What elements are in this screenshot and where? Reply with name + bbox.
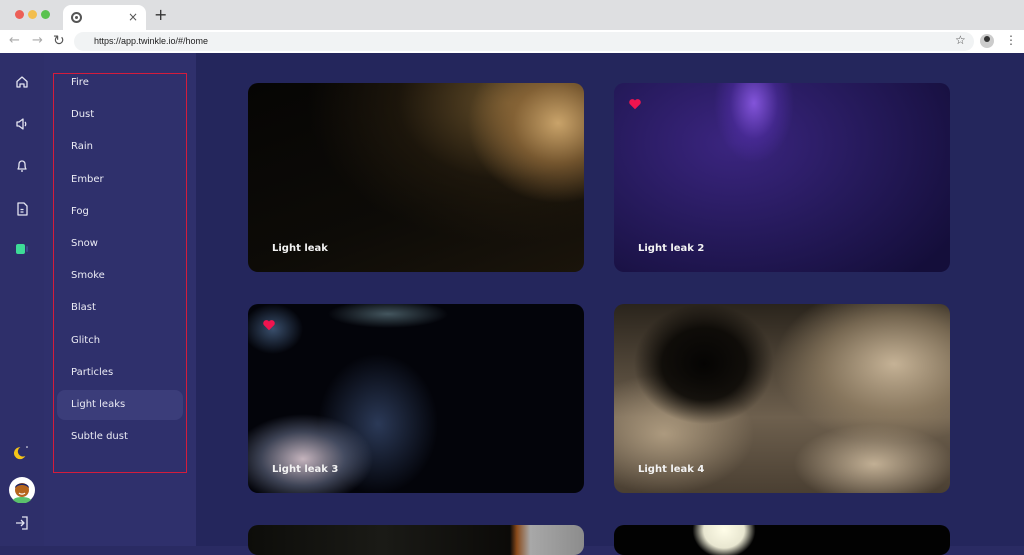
category-item-dust[interactable]: Dust xyxy=(57,100,183,130)
address-bar[interactable] xyxy=(74,32,974,51)
effect-card[interactable]: Light leak 3 xyxy=(248,304,584,493)
effect-card[interactable]: Light leak 4 xyxy=(614,304,950,493)
favicon-icon xyxy=(71,12,82,23)
forward-button[interactable]: → xyxy=(32,33,43,49)
category-item-subtle-dust[interactable]: Subtle dust xyxy=(57,422,183,452)
reload-button[interactable]: ↻ xyxy=(53,33,65,49)
back-button[interactable]: ← xyxy=(9,33,20,49)
effect-card[interactable]: Light leak 2 xyxy=(614,83,950,272)
profile-icon[interactable] xyxy=(980,34,994,48)
effect-card[interactable] xyxy=(248,525,584,555)
home-icon[interactable] xyxy=(14,74,30,90)
window-minimize-button[interactable] xyxy=(28,10,37,19)
tab-strip: × + xyxy=(0,0,1024,30)
window-close-button[interactable] xyxy=(15,10,24,19)
category-item-snow[interactable]: Snow xyxy=(57,229,183,259)
app: Light leak Light leak 2 Light leak 3 Lig… xyxy=(0,53,1024,555)
window-maximize-button[interactable] xyxy=(41,10,50,19)
category-item-smoke[interactable]: Smoke xyxy=(57,261,183,291)
category-item-particles[interactable]: Particles xyxy=(57,358,183,388)
url-text[interactable]: https://app.twinkle.io/#/home xyxy=(94,34,208,48)
category-item-glitch[interactable]: Glitch xyxy=(57,326,183,356)
speaker-icon[interactable] xyxy=(14,116,30,132)
browser-toolbar: ← → ↻ https://app.twinkle.io/#/home ☆ ⋮ xyxy=(0,30,1024,53)
icon-rail xyxy=(0,53,44,546)
category-item-blast[interactable]: Blast xyxy=(57,293,183,323)
category-item-fire[interactable]: Fire xyxy=(57,68,183,98)
favorite-heart-icon[interactable] xyxy=(262,318,276,332)
tab-close-icon[interactable]: × xyxy=(128,9,138,25)
category-item-ember[interactable]: Ember xyxy=(57,165,183,195)
bell-icon[interactable] xyxy=(14,158,30,174)
favorite-heart-icon[interactable] xyxy=(628,97,642,111)
moon-icon[interactable] xyxy=(14,444,30,460)
logout-icon[interactable] xyxy=(14,515,30,531)
bookmark-star-icon[interactable]: ☆ xyxy=(955,33,966,47)
video-icon[interactable] xyxy=(14,241,30,257)
new-tab-button[interactable]: + xyxy=(154,6,167,24)
browser-menu-icon[interactable]: ⋮ xyxy=(1005,32,1017,48)
browser-tab[interactable]: × xyxy=(63,5,146,30)
category-item-fog[interactable]: Fog xyxy=(57,197,183,227)
browser-chrome: × + ← → ↻ https://app.twinkle.io/#/home … xyxy=(0,0,1024,53)
card-title: Light leak 3 xyxy=(272,464,339,475)
category-item-light-leaks[interactable]: Light leaks xyxy=(57,390,183,420)
main-content: Light leak Light leak 2 Light leak 3 Lig… xyxy=(196,53,1024,555)
card-title: Light leak 4 xyxy=(638,464,705,475)
avatar[interactable] xyxy=(9,477,35,503)
card-title: Light leak xyxy=(272,243,328,254)
card-title: Light leak 2 xyxy=(638,243,705,254)
effect-card[interactable] xyxy=(614,525,950,555)
category-item-rain[interactable]: Rain xyxy=(57,132,183,162)
effect-card[interactable]: Light leak xyxy=(248,83,584,272)
document-icon[interactable] xyxy=(14,201,30,217)
